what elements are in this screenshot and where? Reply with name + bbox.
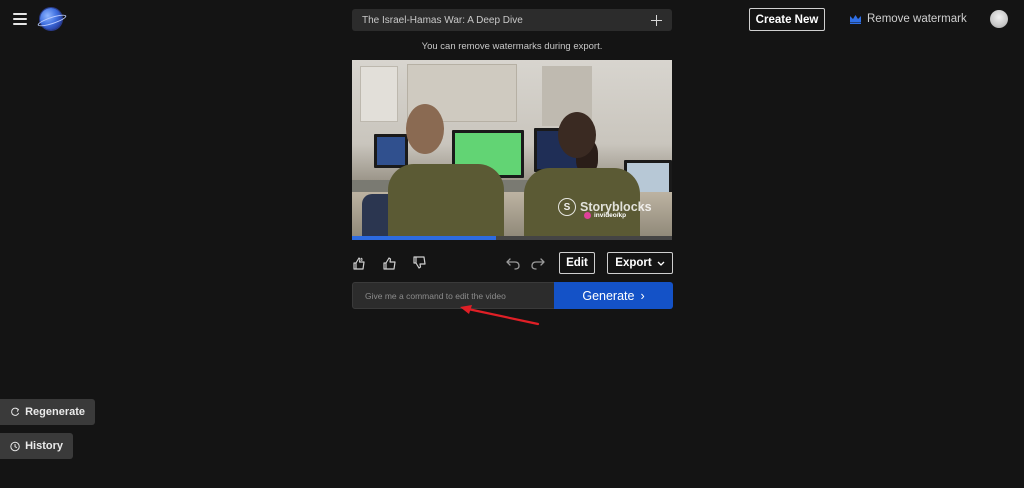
crown-icon	[850, 14, 861, 24]
undo-icon[interactable]	[505, 255, 521, 271]
scene-person-head	[406, 104, 444, 154]
project-title-bar[interactable]: The Israel-Hamas War: A Deep Dive	[352, 9, 672, 31]
clock-icon	[10, 441, 20, 451]
invideo-dot-icon	[584, 212, 591, 219]
scene-wall-paper	[360, 66, 398, 122]
chevron-down-icon	[657, 261, 665, 266]
scene-person	[388, 164, 504, 240]
chevron-right-icon: ›	[640, 288, 645, 303]
redo-icon[interactable]	[530, 255, 546, 271]
remove-watermark-label: Remove watermark	[867, 13, 967, 25]
watermark-notice: You can remove watermarks during export.	[421, 41, 603, 52]
plus-icon[interactable]	[651, 14, 662, 26]
regenerate-label: Regenerate	[25, 406, 85, 418]
edit-button[interactable]: Edit	[559, 252, 595, 274]
video-progress-bar[interactable]	[352, 236, 672, 240]
export-label: Export	[615, 257, 652, 269]
avatar[interactable]	[990, 10, 1008, 28]
regenerate-button[interactable]: Regenerate	[0, 399, 95, 425]
watermark-tag-text: invideo/kp	[594, 212, 627, 219]
remove-watermark-button[interactable]: Remove watermark	[850, 11, 967, 27]
history-button[interactable]: History	[0, 433, 73, 459]
project-title: The Israel-Hamas War: A Deep Dive	[362, 14, 523, 26]
scene-person-head	[558, 112, 596, 158]
annotation-arrow-icon	[460, 305, 540, 326]
create-new-button[interactable]: Create New	[749, 8, 825, 31]
generate-label: Generate	[582, 288, 635, 303]
thumbs-down-icon[interactable]	[412, 255, 428, 271]
video-progress-fill	[352, 236, 496, 240]
history-label: History	[25, 440, 63, 452]
regenerate-icon	[11, 407, 20, 416]
video-preview[interactable]: S Storyblocks invideo/kp	[352, 60, 672, 240]
generate-button[interactable]: Generate ›	[554, 282, 673, 309]
thumbs-up-double-icon[interactable]	[352, 255, 368, 271]
export-button[interactable]: Export	[607, 252, 673, 274]
watermark-tag: invideo/kp	[584, 212, 626, 219]
storyblocks-logo-icon: S	[558, 198, 576, 216]
scene-monitor	[374, 134, 408, 168]
menu-icon[interactable]	[13, 12, 29, 26]
app-logo[interactable]	[40, 8, 62, 30]
thumbs-up-icon[interactable]	[382, 255, 398, 271]
